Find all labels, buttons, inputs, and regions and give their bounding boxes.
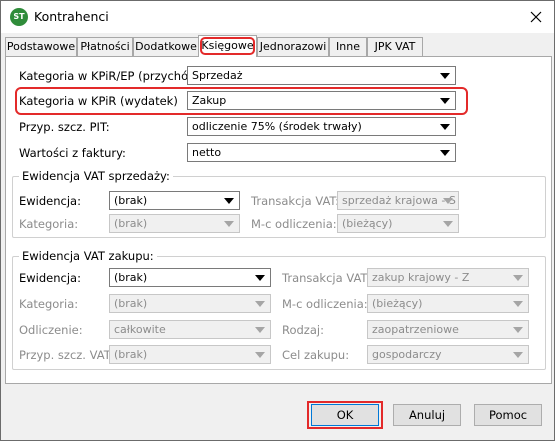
title-bar: ST Kontrahenci (1, 1, 554, 33)
chevron-down-icon (440, 150, 450, 156)
sprz-transakcja-select[interactable]: sprzedaż krajowa - S (337, 191, 459, 210)
sprz-kategoria-value: (brak) (114, 217, 148, 230)
ok-button[interactable]: OK (307, 401, 383, 429)
tab-jednorazowi[interactable]: Jednorazowi (257, 37, 329, 56)
zak-przyp-vat-value: (brak) (114, 348, 148, 361)
chevron-down-icon (513, 327, 523, 333)
close-icon[interactable] (526, 7, 546, 27)
zak-kategoria-value: (brak) (114, 297, 148, 310)
chevron-down-icon (513, 275, 523, 281)
help-button[interactable]: Pomoc (474, 404, 542, 426)
kat-przychod-select[interactable]: Sprzedaż (187, 66, 456, 85)
wartosci-label: Wartości z faktury: (19, 146, 126, 160)
chevron-down-icon (255, 275, 265, 281)
tab-jpk-vat[interactable]: JPK VAT (367, 37, 423, 56)
tab-ksiegowe[interactable]: Księgowe (198, 35, 257, 57)
chevron-down-icon (513, 301, 523, 307)
kat-wydatek-label: Kategoria w KPiR (wydatek) (19, 94, 178, 108)
sprz-transakcja-value: sprzedaż krajowa - S (342, 194, 456, 207)
sprz-transakcja-label: Transakcja VAT: (251, 194, 340, 208)
zak-rodzaj-select[interactable]: zaopatrzeniowe (367, 320, 529, 339)
zak-odliczenie-select[interactable]: całkowite (109, 320, 271, 339)
zak-mc-odliczenia-value: (bieżący) (372, 297, 423, 310)
zak-rodzaj-label: Rodzaj: (282, 323, 324, 337)
zak-odliczenie-label: Odliczenie: (19, 323, 83, 337)
cancel-button[interactable]: Anuluj (393, 404, 461, 426)
chevron-down-icon (255, 301, 265, 307)
kat-wydatek-select[interactable]: Zakup (187, 91, 456, 110)
sprz-ewidencja-value: (brak) (114, 194, 148, 207)
zak-cel-zakupu-label: Cel zakupu: (282, 348, 350, 362)
app-logo-icon: ST (10, 8, 28, 26)
chevron-down-icon (255, 352, 265, 358)
zak-cel-zakupu-select[interactable]: gospodarczy (367, 345, 529, 364)
zak-kategoria-label: Kategoria: (19, 297, 79, 311)
przyp-pit-select[interactable]: odliczenie 75% (środek trwały) (187, 117, 456, 136)
chevron-down-icon (513, 352, 523, 358)
sprz-ewidencja-label: Ewidencja: (19, 194, 81, 208)
tab-inne[interactable]: Inne (329, 37, 367, 56)
zak-odliczenie-value: całkowite (114, 323, 166, 336)
chevron-down-icon (440, 98, 450, 104)
vat-zakupu-title: Ewidencja VAT zakupu: (19, 249, 157, 263)
wartosci-select[interactable]: netto (187, 143, 456, 162)
window-title: Kontrahenci (34, 9, 109, 24)
chevron-down-icon (255, 327, 265, 333)
chevron-down-icon (224, 221, 234, 227)
zak-mc-odliczenia-label: M-c odliczenia: (282, 297, 368, 311)
zak-ewidencja-label: Ewidencja: (19, 271, 81, 285)
chevron-down-icon (440, 124, 450, 130)
zak-transakcja-select[interactable]: zakup krajowy - Z (367, 268, 529, 287)
chevron-down-icon (443, 221, 453, 227)
przyp-pit-label: Przyp. szcz. PIT: (19, 120, 110, 134)
zak-transakcja-label: Transakcja VAT: (282, 271, 371, 285)
sprz-mc-odliczenia-select[interactable]: (bieżący) (337, 214, 459, 233)
kat-przychod-value: Sprzedaż (192, 69, 243, 82)
tab-strip: Podstawowe Płatności Dodatkowe Księgowe … (5, 35, 551, 57)
zak-mc-odliczenia-select[interactable]: (bieżący) (367, 294, 529, 313)
zak-przyp-vat-select[interactable]: (brak) (109, 345, 271, 364)
sprz-kategoria-label: Kategoria: (19, 217, 79, 231)
ksiegowe-panel: Kategoria w KPiR/EP (przychód): Sprzedaż… (5, 56, 552, 384)
contractors-dialog: ST Kontrahenci Podstawowe Płatności Doda… (0, 0, 555, 441)
kat-przychod-label: Kategoria w KPiR/EP (przychód): (19, 69, 204, 83)
vat-sprzedazy-title: Ewidencja VAT sprzedaży: (19, 169, 173, 183)
zak-rodzaj-value: zaopatrzeniowe (372, 323, 459, 336)
zak-cel-zakupu-value: gospodarczy (372, 348, 442, 361)
zak-ewidencja-select[interactable]: (brak) (109, 268, 271, 287)
sprz-mc-odliczenia-label: M-c odliczenia: (251, 217, 337, 231)
ok-highlight (307, 401, 383, 429)
przyp-pit-value: odliczenie 75% (środek trwały) (192, 120, 362, 133)
sprz-mc-odliczenia-value: (bieżący) (342, 217, 393, 230)
chevron-down-icon (224, 198, 234, 204)
zak-transakcja-value: zakup krajowy - Z (372, 271, 470, 284)
zak-kategoria-select[interactable]: (brak) (109, 294, 271, 313)
chevron-down-icon (443, 198, 453, 204)
sprz-ewidencja-select[interactable]: (brak) (109, 191, 240, 210)
tab-ksiegowe-label: Księgowe (201, 39, 254, 52)
sprz-kategoria-select[interactable]: (brak) (109, 214, 240, 233)
wartosci-value: netto (192, 146, 222, 159)
zak-ewidencja-value: (brak) (114, 271, 148, 284)
tab-dodatkowe[interactable]: Dodatkowe (133, 37, 199, 56)
zak-przyp-vat-label: Przyp. szcz. VAT: (19, 348, 114, 362)
kat-wydatek-value: Zakup (192, 94, 227, 107)
chevron-down-icon (440, 73, 450, 79)
tab-platnosci[interactable]: Płatności (77, 37, 133, 56)
tab-podstawowe[interactable]: Podstawowe (5, 37, 77, 56)
